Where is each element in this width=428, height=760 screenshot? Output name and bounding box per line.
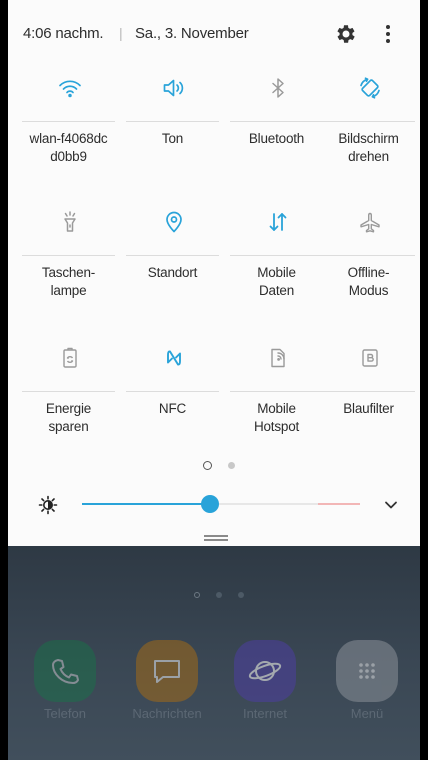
brightness-slider[interactable]	[82, 503, 360, 505]
chevron-down-icon[interactable]	[382, 496, 400, 514]
tile-divider	[22, 255, 115, 256]
tile-label: Energie sparen	[45, 401, 92, 434]
home-page-dot	[194, 592, 200, 598]
tile-divider	[322, 121, 415, 122]
quick-settings-panel: 4:06 nachm. | Sa., 3. November wlan-f406…	[8, 0, 420, 546]
bluetooth-icon	[260, 70, 296, 106]
tile-divider	[126, 391, 219, 392]
dock-app-menu[interactable]: Menü	[322, 640, 412, 730]
gear-icon[interactable]	[334, 22, 358, 46]
tile-label: Ton	[161, 131, 184, 146]
tile-label: NFC	[158, 401, 187, 416]
tile-divider	[322, 391, 415, 392]
home-page-dot	[216, 592, 222, 598]
slider-thumb[interactable]	[200, 495, 219, 513]
tile-label: Taschen-lampe	[41, 265, 96, 298]
apps-grid-icon	[336, 640, 398, 702]
dock-app-phone[interactable]: Telefon	[20, 640, 110, 730]
dock-app-messages[interactable]: Nachrichten	[122, 640, 212, 730]
airplane-icon	[352, 204, 388, 240]
wifi-icon	[52, 70, 88, 106]
home-page-dot	[238, 592, 244, 598]
dock-label: Menü	[350, 706, 384, 721]
dock-app-internet[interactable]: Internet	[220, 640, 310, 730]
volume-icon	[156, 70, 192, 106]
page-indicator	[203, 460, 243, 472]
home-page-indicator	[194, 592, 254, 600]
tile-divider	[230, 391, 323, 392]
nfc-icon	[156, 340, 192, 376]
auto-rotate-icon	[352, 70, 388, 106]
location-icon	[156, 204, 192, 240]
tile-label: Mobile Daten	[257, 265, 296, 298]
tile-divider	[230, 255, 323, 256]
tile-divider	[322, 255, 415, 256]
tile-label: Bildschirm drehen	[338, 131, 399, 164]
tile-divider	[230, 121, 323, 122]
flashlight-icon	[52, 204, 88, 240]
mobile-data-icon	[260, 204, 296, 240]
dock-label: Internet	[242, 706, 288, 721]
drag-handle[interactable]	[204, 535, 228, 541]
phone-icon	[34, 640, 96, 702]
tile-label: wlan-f4068dc d0bb9	[29, 131, 108, 164]
tile-label: Blaufilter	[343, 401, 394, 416]
tile-label: Offline- Modus	[347, 265, 390, 298]
slider-fill	[82, 503, 210, 505]
hotspot-icon	[260, 340, 296, 376]
tile-label: Mobile Hotspot	[253, 401, 300, 434]
page-dot-current[interactable]	[203, 461, 212, 470]
date[interactable]: Sa., 3. November	[135, 25, 249, 42]
brightness-control	[8, 486, 420, 526]
slider-high-zone	[318, 503, 360, 505]
tile-divider	[22, 121, 115, 122]
tile-divider	[126, 255, 219, 256]
internet-icon	[234, 640, 296, 702]
phone-screen: 4:06 nachm. | Sa., 3. November wlan-f406…	[8, 0, 420, 760]
tile-divider	[22, 391, 115, 392]
status-header: 4:06 nachm. | Sa., 3. November	[8, 0, 420, 66]
header-separator: |	[119, 25, 123, 41]
dock-label: Nachrichten	[132, 706, 202, 721]
power-saving-icon	[52, 340, 88, 376]
brightness-icon	[38, 495, 58, 515]
clock: 4:06 nachm.	[23, 25, 104, 42]
blue-light-filter-icon	[352, 340, 388, 376]
tile-label: Bluetooth	[248, 131, 305, 146]
page-dot[interactable]	[228, 462, 235, 469]
more-vert-icon[interactable]	[380, 22, 396, 46]
dock-label: Telefon	[44, 706, 86, 721]
tile-divider	[126, 121, 219, 122]
message-icon	[136, 640, 198, 702]
tile-label: Standort	[147, 265, 198, 280]
dimmed-home-screen: Telefon Nachrichten Internet Menü	[8, 546, 420, 760]
